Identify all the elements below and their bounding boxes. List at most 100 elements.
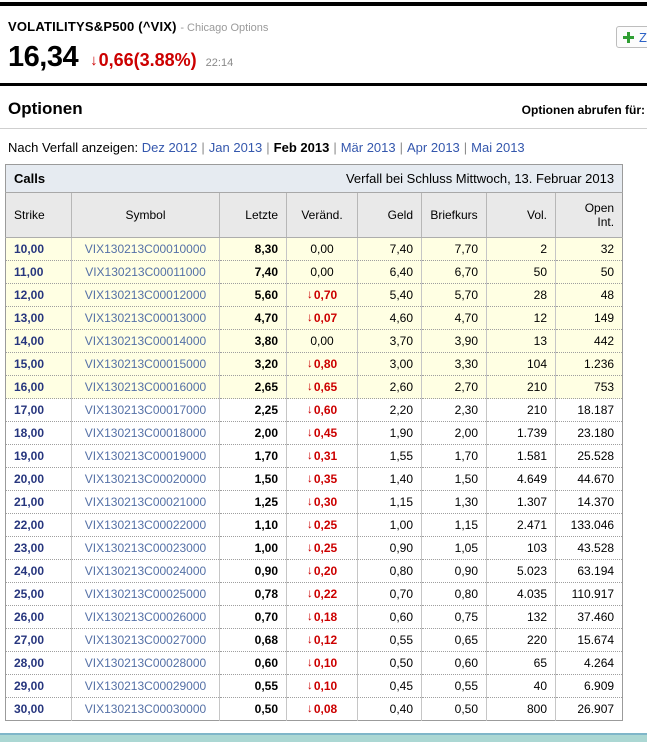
last-price: 16,34	[8, 41, 78, 74]
bid-cell-text: 2,20	[390, 403, 413, 417]
change-cell: ↓0,60	[287, 399, 358, 422]
symbol-cell-text[interactable]: VIX130213C00010000	[85, 242, 206, 256]
symbol-cell-text[interactable]: VIX130213C00026000	[85, 610, 206, 624]
strike-cell: 10,00	[6, 238, 72, 261]
expiry-month-link[interactable]: Jan 2013	[209, 140, 263, 155]
last-cell: 1,25	[220, 491, 287, 514]
strike-cell-text[interactable]: 15,00	[14, 357, 44, 371]
bid-cell: 6,40	[358, 261, 422, 284]
symbol-cell-text[interactable]: VIX130213C00025000	[85, 587, 206, 601]
strike-cell-text[interactable]: 25,00	[14, 587, 44, 601]
symbol-cell-text[interactable]: VIX130213C00018000	[85, 426, 206, 440]
down-arrow-icon: ↓	[307, 586, 313, 600]
symbol-cell: VIX130213C00011000	[72, 261, 220, 284]
symbol-cell-text[interactable]: VIX130213C00013000	[85, 311, 206, 325]
open-interest-cell-text: 48	[601, 288, 614, 302]
strike-cell-text[interactable]: 27,00	[14, 633, 44, 647]
strike-cell-text[interactable]: 30,00	[14, 702, 44, 716]
last-cell: 8,30	[220, 238, 287, 261]
ask-cell-text: 3,30	[455, 357, 478, 371]
strike-cell-text[interactable]: 20,00	[14, 472, 44, 486]
ask-cell-text: 1,70	[455, 449, 478, 463]
bid-cell-text: 0,55	[390, 633, 413, 647]
symbol-cell-text[interactable]: VIX130213C00020000	[85, 472, 206, 486]
table-row: 11,00VIX130213C000110007,400,006,406,705…	[6, 261, 623, 284]
ask-cell-text: 6,70	[455, 265, 478, 279]
symbol-cell: VIX130213C00019000	[72, 445, 220, 468]
symbol-cell-text[interactable]: VIX130213C00014000	[85, 334, 206, 348]
symbol-cell-text[interactable]: VIX130213C00024000	[85, 564, 206, 578]
expiry-date-label: Verfall bei Schluss Mittwoch, 13. Februa…	[287, 165, 623, 193]
symbol-cell-text[interactable]: VIX130213C00029000	[85, 679, 206, 693]
open-interest-cell-text: 6.909	[584, 679, 614, 693]
change-negative: ↓0,35	[307, 472, 337, 486]
strike-cell: 25,00	[6, 583, 72, 606]
symbol-cell-text[interactable]: VIX130213C00023000	[85, 541, 206, 555]
strike-cell-text[interactable]: 13,00	[14, 311, 44, 325]
vol-cell-text: 4.035	[517, 587, 547, 601]
change-negative: ↓0,10	[307, 679, 337, 693]
last-cell: 2,00	[220, 422, 287, 445]
vol-cell-text: 5.023	[517, 564, 547, 578]
vol-cell: 2	[487, 238, 556, 261]
vol-cell: 1.581	[487, 445, 556, 468]
last-cell-text: 1,00	[255, 541, 278, 555]
symbol-cell-text[interactable]: VIX130213C00027000	[85, 633, 206, 647]
vol-cell: 5.023	[487, 560, 556, 583]
ask-cell-text: 0,55	[455, 679, 478, 693]
strike-cell-text[interactable]: 28,00	[14, 656, 44, 670]
expiry-month-link[interactable]: Feb 2013	[274, 140, 330, 155]
table-row: 14,00VIX130213C000140003,800,003,703,901…	[6, 330, 623, 353]
symbol-cell-text[interactable]: VIX130213C00011000	[85, 265, 206, 279]
last-cell: 3,80	[220, 330, 287, 353]
vol-cell: 12	[487, 307, 556, 330]
add-to-portfolio-button[interactable]: Z	[616, 26, 647, 48]
bid-cell-text: 6,40	[390, 265, 413, 279]
vol-cell: 103	[487, 537, 556, 560]
strike-cell-text[interactable]: 29,00	[14, 679, 44, 693]
symbol-cell-text[interactable]: VIX130213C00019000	[85, 449, 206, 463]
strike-cell-text[interactable]: 24,00	[14, 564, 44, 578]
symbol-cell-text[interactable]: VIX130213C00022000	[85, 518, 206, 532]
strike-cell: 15,00	[6, 353, 72, 376]
symbol-cell-text[interactable]: VIX130213C00012000	[85, 288, 206, 302]
symbol-cell-text[interactable]: VIX130213C00030000	[85, 702, 206, 716]
strike-cell-text[interactable]: 22,00	[14, 518, 44, 532]
strike-cell-text[interactable]: 16,00	[14, 380, 44, 394]
open-interest-cell: 43.528	[556, 537, 623, 560]
symbol-cell-text[interactable]: VIX130213C00015000	[85, 357, 206, 371]
strike-cell-text[interactable]: 11,00	[14, 265, 43, 279]
expiry-month-link[interactable]: Mär 2013	[341, 140, 396, 155]
bid-cell: 0,45	[358, 675, 422, 698]
strike-cell-text[interactable]: 26,00	[14, 610, 44, 624]
table-row: 22,00VIX130213C000220001,10↓0,251,001,15…	[6, 514, 623, 537]
symbol-cell-text[interactable]: VIX130213C00017000	[85, 403, 206, 417]
symbol-cell-text[interactable]: VIX130213C00016000	[85, 380, 206, 394]
symbol-cell-text[interactable]: VIX130213C00028000	[85, 656, 206, 670]
strike-cell-text[interactable]: 18,00	[14, 426, 44, 440]
vol-cell: 800	[487, 698, 556, 721]
strike-cell-text[interactable]: 12,00	[14, 288, 44, 302]
strike-cell-text[interactable]: 19,00	[14, 449, 44, 463]
open-interest-cell-text: 32	[601, 242, 614, 256]
down-arrow-icon: ↓	[307, 287, 313, 301]
ask-cell: 1,05	[422, 537, 487, 560]
open-interest-cell: 25.528	[556, 445, 623, 468]
expiry-month-link[interactable]: Mai 2013	[471, 140, 524, 155]
expiry-month-link[interactable]: Apr 2013	[407, 140, 460, 155]
strike-cell-text[interactable]: 23,00	[14, 541, 44, 555]
open-interest-cell: 15.674	[556, 629, 623, 652]
strike-cell-text[interactable]: 14,00	[14, 334, 44, 348]
strike-cell: 28,00	[6, 652, 72, 675]
strike-cell: 22,00	[6, 514, 72, 537]
last-cell: 0,68	[220, 629, 287, 652]
strike-cell-text[interactable]: 17,00	[14, 403, 44, 417]
expiry-month-link[interactable]: Dez 2012	[142, 140, 198, 155]
change-negative: ↓0,60	[307, 403, 337, 417]
strike-cell-text[interactable]: 21,00	[14, 495, 44, 509]
strike-cell-text[interactable]: 10,00	[14, 242, 44, 256]
open-interest-cell-text: 110.917	[572, 587, 615, 601]
down-arrow-icon: ↓	[307, 540, 313, 554]
symbol-cell-text[interactable]: VIX130213C00021000	[85, 495, 206, 509]
column-header: Strike	[6, 193, 72, 238]
